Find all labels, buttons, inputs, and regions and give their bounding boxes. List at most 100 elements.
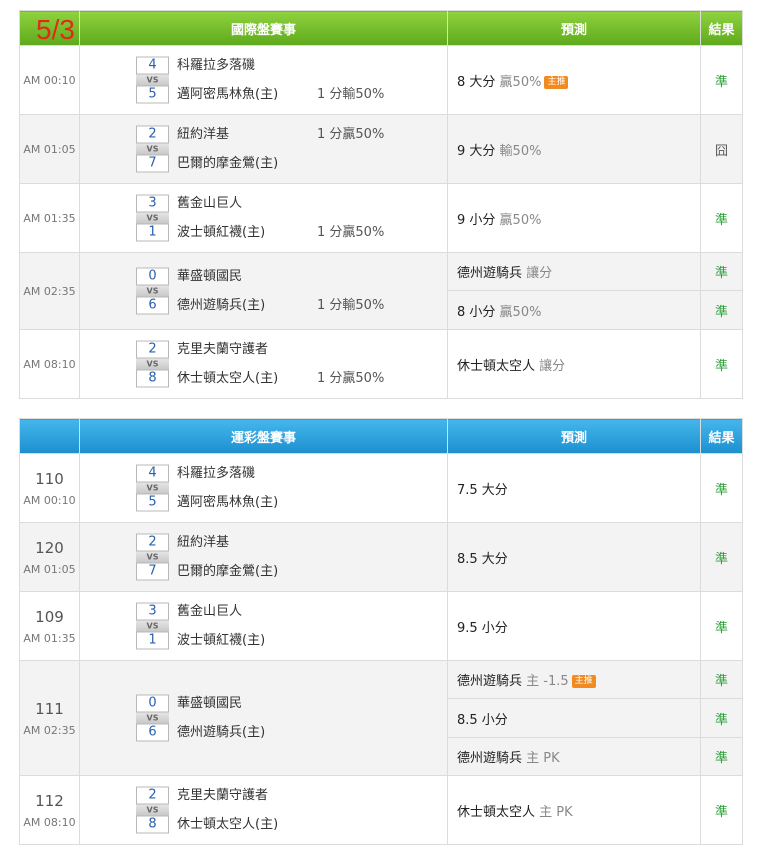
score-board: 2 VS 7 <box>136 125 169 173</box>
handicap-result: 1 分贏50% <box>317 371 385 386</box>
vs-label: VS <box>136 482 169 494</box>
vs-label: VS <box>136 712 169 724</box>
sports-lottery-table: 運彩盤賽事 預測 結果 110 AM 00:10 4 VS 5 科羅拉多落磯 邁阿密馬林魚(… <box>19 418 743 845</box>
prediction-cell: 8.5 大分 <box>447 522 701 592</box>
result-mark: 準 <box>700 698 743 738</box>
prediction-text: 9.5 小分 <box>457 620 508 636</box>
away-team: 科羅拉多落磯 <box>177 466 256 481</box>
away-team-line: 科羅拉多落磯 <box>177 459 447 488</box>
away-team: 紐約洋基 <box>177 535 230 550</box>
handicap-result: 1 分贏50% <box>317 225 385 240</box>
score-board: 4 VS 5 <box>136 56 169 104</box>
game-time: AM 08:10 <box>23 357 76 371</box>
away-score: 3 <box>136 602 169 621</box>
game-number: 120 <box>35 538 64 557</box>
vs-label: VS <box>136 804 169 816</box>
home-team: 波士頓紅襪(主) <box>177 225 266 240</box>
result-mark: 準 <box>700 183 743 253</box>
table-row: AM 02:35 0 VS 6 華盛頓國民德州遊騎兵(主) 1 分輸50% 德州遊騎兵 讓分… <box>19 252 743 330</box>
prediction-cell: 8 小分 贏50% <box>447 290 701 330</box>
home-team: 邁阿密馬林魚(主) <box>177 495 279 510</box>
away-score: 2 <box>136 125 169 144</box>
teams: 克里夫蘭守護者休士頓太空人(主) <box>177 781 447 839</box>
result-mark: 準 <box>700 290 743 330</box>
prediction-text: 8.5 大分 <box>457 551 508 567</box>
header-result: 結果 <box>700 418 743 454</box>
home-team-line: 德州遊騎兵(主) <box>177 718 447 747</box>
match-cell: 0 VS 6 華盛頓國民德州遊騎兵(主) <box>79 660 448 776</box>
away-score: 2 <box>136 340 169 359</box>
prediction-text: 德州遊騎兵 <box>457 266 523 281</box>
away-score: 2 <box>136 786 169 805</box>
table-row: AM 01:35 3 VS 1 舊金山巨人 波士頓紅襪(主) 1 分贏50% 9 小分 贏50… <box>19 183 743 253</box>
home-score: 1 <box>136 631 169 650</box>
home-team-line: 德州遊騎兵(主) 1 分輸50% <box>177 291 447 320</box>
teams: 科羅拉多落磯邁阿密馬林魚(主) <box>177 459 447 517</box>
match-cell: 4 VS 5 科羅拉多落磯邁阿密馬林魚(主) 1 分輸50% <box>79 45 448 115</box>
prediction-text: 9 小分 <box>457 212 496 228</box>
away-team-line: 紐約洋基 1 分贏50% <box>177 120 447 149</box>
time-cell: AM 02:35 <box>19 252 80 330</box>
header-match: 國際盤賽事 <box>79 10 448 46</box>
match-cell: 2 VS 7 紐約洋基 1 分贏50% 巴爾的摩金鶯(主) <box>79 114 448 184</box>
prediction-cell: 休士頓太空人 讓分 <box>447 329 701 399</box>
prediction-cell: 9 大分 輸50% <box>447 114 701 184</box>
game-number: 112 <box>35 791 64 810</box>
teams: 紐約洋基 1 分贏50% 巴爾的摩金鶯(主) <box>177 120 447 178</box>
header-result: 結果 <box>700 10 743 46</box>
match-cell: 0 VS 6 華盛頓國民德州遊騎兵(主) 1 分輸50% <box>79 252 448 330</box>
home-team: 休士頓太空人(主) <box>177 817 279 832</box>
prediction-note: 讓分 <box>526 266 553 281</box>
away-team: 克里夫蘭守護者 <box>177 342 269 357</box>
away-team-line: 克里夫蘭守護者 <box>177 781 447 810</box>
home-score: 6 <box>136 296 169 315</box>
teams: 華盛頓國民德州遊騎兵(主) 1 分輸50% <box>177 262 447 320</box>
result-mark: 準 <box>700 45 743 115</box>
away-team: 舊金山巨人 <box>177 604 243 619</box>
game-time: AM 01:05 <box>23 142 76 156</box>
prediction-cell: 8 大分 贏50% 主推 <box>447 45 701 115</box>
table-row: 111 AM 02:35 0 VS 6 華盛頓國民 德州遊騎兵(主) 德州遊騎兵 主 -1.5… <box>19 660 743 776</box>
away-score: 0 <box>136 694 169 713</box>
match-cell: 3 VS 1 舊金山巨人 波士頓紅襪(主) 1 分贏50% <box>79 183 448 253</box>
away-team: 華盛頓國民 <box>177 269 243 284</box>
home-team: 休士頓太空人(主) <box>177 371 279 386</box>
prediction-note: 贏50% <box>499 304 542 320</box>
prediction-text: 德州遊騎兵 <box>457 751 523 766</box>
game-time: AM 01:35 <box>23 211 76 225</box>
handicap-result: 1 分輸50% <box>317 87 385 102</box>
away-team-line: 華盛頓國民 <box>177 689 447 718</box>
table-row: AM 08:10 2 VS 8 克里夫蘭守護者 休士頓太空人(主) 1 分贏50% 休士頓太空… <box>19 329 743 399</box>
prediction-text: 德州遊騎兵 <box>457 674 523 689</box>
home-score: 8 <box>136 369 169 388</box>
away-team-line: 克里夫蘭守護者 <box>177 335 447 364</box>
away-score: 0 <box>136 267 169 286</box>
home-score: 5 <box>136 85 169 104</box>
time-cell: AM 01:05 <box>19 114 80 184</box>
vs-label: VS <box>136 551 169 563</box>
away-score: 3 <box>136 194 169 213</box>
vs-label: VS <box>136 620 169 632</box>
home-score: 8 <box>136 815 169 834</box>
home-team: 邁阿密馬林魚(主) <box>177 87 279 102</box>
score-board: 4 VS 5 <box>136 464 169 512</box>
prediction-note: 讓分 <box>539 358 566 374</box>
home-team-line: 休士頓太空人(主) <box>177 810 447 839</box>
result-mark: 準 <box>700 252 743 291</box>
home-score: 7 <box>136 562 169 581</box>
recommend-badge: 主推 <box>544 75 569 89</box>
home-score: 6 <box>136 723 169 742</box>
result-mark: 準 <box>700 329 743 399</box>
time-cell: 112 AM 08:10 <box>19 775 80 845</box>
recommend-badge: 主推 <box>571 675 596 688</box>
away-team-line: 科羅拉多落磯 <box>177 51 447 80</box>
away-team: 華盛頓國民 <box>177 696 243 711</box>
vs-label: VS <box>136 285 169 297</box>
prediction-cell: 9.5 小分 <box>447 591 701 661</box>
time-cell: 111 AM 02:35 <box>19 660 80 776</box>
home-team: 德州遊騎兵(主) <box>177 298 266 313</box>
handicap-result: 1 分贏50% <box>317 127 385 142</box>
prediction-text: 9 大分 <box>457 143 496 159</box>
home-team-line: 邁阿密馬林魚(主) 1 分輸50% <box>177 80 447 109</box>
prediction-text: 8 小分 <box>457 304 496 320</box>
